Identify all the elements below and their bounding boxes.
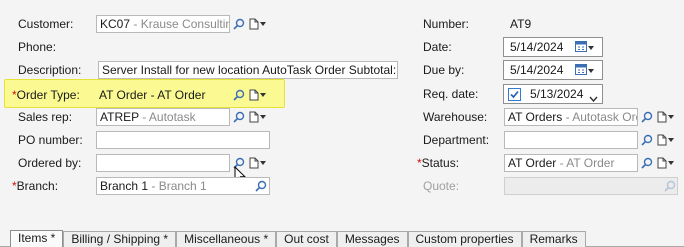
number-label: Number: bbox=[423, 17, 470, 31]
tab-items[interactable]: Items * bbox=[10, 230, 64, 247]
warehouse-name: - Autotask Order bbox=[565, 110, 637, 124]
due-by-label: Due by: bbox=[423, 63, 465, 77]
date-label: Date: bbox=[423, 40, 452, 54]
department-field[interactable] bbox=[504, 131, 638, 149]
chevron-down-icon bbox=[589, 96, 598, 103]
calendar-icon bbox=[575, 40, 587, 55]
warehouse-icons bbox=[641, 108, 674, 126]
document-icon[interactable] bbox=[249, 89, 266, 101]
description-field[interactable]: Server Install for new location AutoTask… bbox=[98, 61, 398, 79]
tab-remarks[interactable]: Remarks bbox=[521, 231, 586, 247]
ordered-by-field[interactable] bbox=[96, 154, 230, 172]
po-number-input[interactable] bbox=[96, 131, 270, 149]
warehouse-code: AT Orders bbox=[508, 110, 563, 124]
sales-rep-code: ATREP bbox=[100, 110, 139, 124]
sales-rep-icons bbox=[233, 108, 266, 126]
customer-icons bbox=[233, 15, 266, 33]
status-code: AT Order bbox=[508, 156, 557, 170]
status-name: - AT Order bbox=[556, 156, 615, 170]
req-date-checkbox[interactable] bbox=[508, 88, 521, 101]
description-label: Description: bbox=[18, 63, 82, 77]
search-icon[interactable] bbox=[233, 89, 245, 101]
req-date-value: 5/13/2024 bbox=[530, 87, 584, 101]
date-calendar-button[interactable] bbox=[575, 40, 594, 55]
dropdown-arrow-icon bbox=[588, 45, 594, 50]
order-type-field[interactable]: AT Order - AT Order bbox=[99, 87, 205, 103]
search-icon bbox=[664, 180, 676, 192]
branch-field[interactable]: Branch 1 - Branch 1 bbox=[96, 177, 270, 195]
branch-icons bbox=[255, 177, 267, 195]
calendar-icon bbox=[575, 63, 587, 78]
document-icon[interactable] bbox=[249, 18, 266, 30]
customer-field[interactable]: KC07 - Krause Consulting, LLC bbox=[96, 15, 230, 33]
dropdown-arrow-icon bbox=[260, 115, 266, 119]
tab-out-cost[interactable]: Out cost bbox=[276, 231, 337, 247]
branch-code: Branch 1 bbox=[100, 179, 149, 193]
document-icon[interactable] bbox=[249, 157, 266, 169]
status-icons bbox=[641, 154, 674, 172]
branch-label-text: Branch: bbox=[16, 179, 59, 193]
tab-strip: Items * Billing / Shipping * Miscellaneous… bbox=[10, 230, 586, 247]
req-date-label: Req. date: bbox=[423, 87, 479, 101]
dropdown-arrow-icon bbox=[260, 93, 266, 97]
dropdown-arrow-icon bbox=[588, 68, 594, 73]
tab-messages[interactable]: Messages bbox=[336, 231, 408, 247]
due-by-value: 5/14/2024 bbox=[510, 63, 564, 77]
search-icon[interactable] bbox=[233, 111, 245, 123]
search-icon[interactable] bbox=[255, 180, 267, 192]
document-icon[interactable] bbox=[249, 111, 266, 123]
status-label-text: Status: bbox=[421, 156, 460, 170]
status-field[interactable]: AT Order - AT Order bbox=[504, 154, 638, 172]
tab-custom-properties[interactable]: Custom properties bbox=[407, 231, 522, 247]
po-number-label: PO number: bbox=[18, 133, 83, 147]
order-type-name: - AT Order bbox=[147, 88, 206, 102]
order-type-label-text: Order Type: bbox=[16, 88, 80, 102]
document-icon[interactable] bbox=[657, 111, 674, 123]
req-date-dropdown-button[interactable] bbox=[589, 91, 598, 105]
order-type-label: *Order Type: bbox=[12, 88, 80, 102]
tab-billing-shipping[interactable]: Billing / Shipping * bbox=[63, 231, 177, 247]
warehouse-field[interactable]: AT Orders - Autotask Order bbox=[504, 108, 638, 126]
dropdown-arrow-icon bbox=[668, 115, 674, 119]
department-label: Department: bbox=[423, 133, 490, 147]
ordered-by-label: Ordered by: bbox=[18, 156, 82, 170]
dropdown-arrow-icon bbox=[668, 161, 674, 165]
quote-label: Quote: bbox=[423, 179, 460, 193]
phone-label: Phone: bbox=[18, 40, 57, 54]
warehouse-label: Warehouse: bbox=[423, 110, 488, 124]
customer-name: - Krause Consulting, LLC bbox=[133, 17, 229, 31]
customer-label: Customer: bbox=[18, 17, 74, 31]
dropdown-arrow-icon bbox=[260, 161, 266, 165]
quote-field bbox=[504, 177, 678, 195]
document-icon[interactable] bbox=[657, 157, 674, 169]
status-label: *Status: bbox=[417, 156, 459, 170]
sales-rep-field[interactable]: ATREP - Autotask bbox=[96, 108, 230, 126]
branch-label: *Branch: bbox=[12, 179, 58, 193]
dropdown-arrow-icon bbox=[260, 22, 266, 26]
order-type-code: AT Order bbox=[99, 88, 148, 102]
sales-rep-label: Sales rep: bbox=[18, 110, 73, 124]
search-icon[interactable] bbox=[233, 18, 245, 30]
search-icon[interactable] bbox=[641, 111, 653, 123]
due-by-calendar-button[interactable] bbox=[575, 63, 594, 78]
checkbox-icon bbox=[510, 90, 519, 99]
branch-name: - Branch 1 bbox=[148, 179, 207, 193]
search-icon[interactable] bbox=[641, 157, 653, 169]
customer-code: KC07 bbox=[100, 17, 131, 31]
quote-icons bbox=[664, 177, 676, 195]
number-value: AT9 bbox=[510, 17, 532, 31]
search-icon[interactable] bbox=[641, 134, 653, 146]
document-icon[interactable] bbox=[657, 134, 674, 146]
department-icons bbox=[641, 131, 674, 149]
order-type-icons bbox=[233, 86, 266, 104]
dropdown-arrow-icon bbox=[668, 138, 674, 142]
date-value: 5/14/2024 bbox=[510, 40, 564, 54]
sales-rep-name: - Autotask bbox=[138, 110, 196, 124]
tab-miscellaneous[interactable]: Miscellaneous * bbox=[176, 231, 277, 247]
